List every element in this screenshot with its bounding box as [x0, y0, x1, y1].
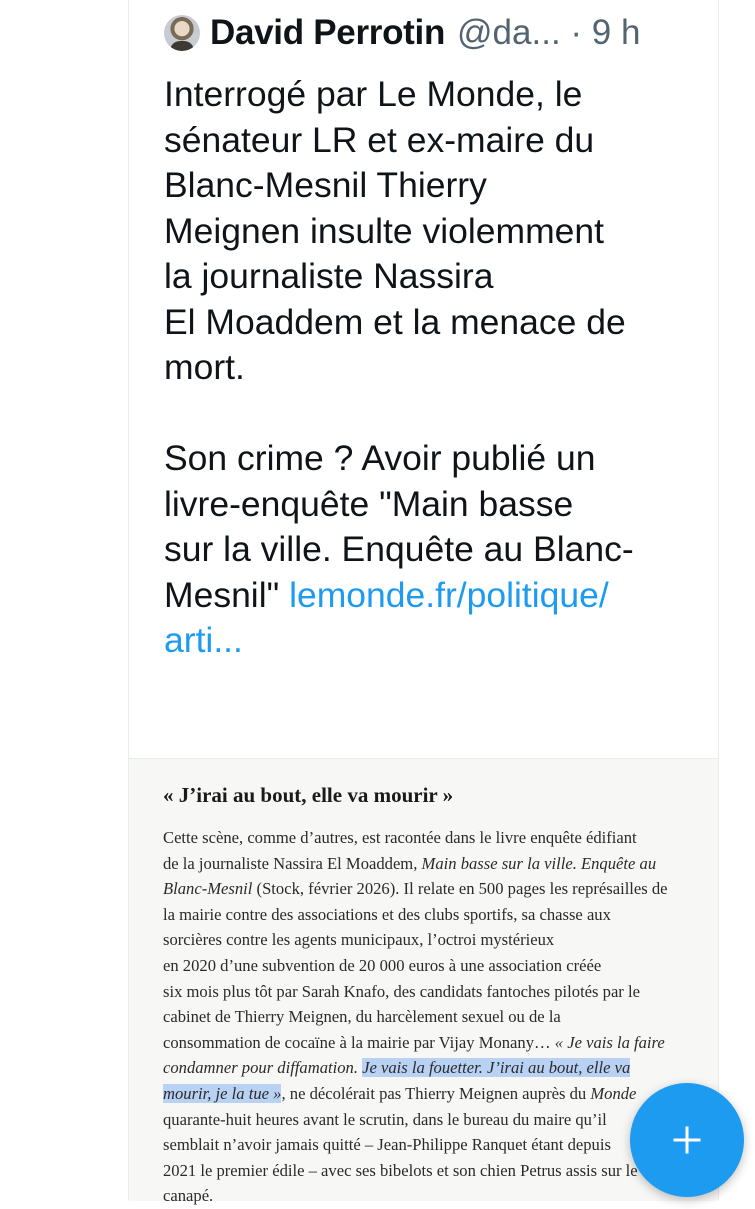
- article-heading: « J’irai au bout, elle va mourir »: [163, 783, 454, 807]
- tweet-line: sur la ville. Enquête au Blanc-: [164, 529, 634, 569]
- article-line: quarante-huit heures avant le scrutin, d…: [163, 1109, 607, 1129]
- tweet-line: El Moaddem et la menace de: [164, 301, 626, 342]
- tweet-line: la journaliste Nassira: [164, 256, 494, 296]
- avatar[interactable]: [164, 15, 200, 51]
- article-link[interactable]: lemonde.fr/politique/: [289, 575, 609, 615]
- tweet-header: David Perrotin @da... · 9 h: [164, 10, 724, 56]
- article-line: en 2020 d’une subvention de 20 000 euros…: [163, 955, 602, 975]
- article-line: condamner pour diffamation. Je vais la f…: [163, 1058, 631, 1078]
- article-line: cabinet de Thierry Meignen, du harcèleme…: [163, 1007, 561, 1027]
- plus-icon: [673, 1126, 701, 1154]
- article-line: consommation de cocaïne à la mairie par …: [163, 1032, 665, 1052]
- tweet-line: Blanc-Mesnil Thierry: [164, 165, 487, 205]
- tweet-line: Mesnil": [164, 574, 290, 615]
- tweet-line: Meignen insulte violemment: [164, 210, 605, 251]
- tweet-line: mort.: [164, 347, 245, 387]
- article-body: Cette scène, comme d’autres, est raconté…: [163, 825, 703, 1209]
- tweet-line: Interrogé par Le Monde, le: [164, 74, 583, 114]
- article-line: de la journaliste Nassira El Moaddem, Ma…: [163, 853, 657, 873]
- article-line: la mairie contre des associations et des…: [163, 904, 611, 924]
- article-line: mourir, je la tue », ne décolérait pas T…: [163, 1083, 637, 1103]
- author-name[interactable]: David Perrotin: [210, 13, 445, 53]
- article-link-continued[interactable]: arti...: [164, 620, 243, 660]
- article-line: 2021 le premier édile – avec ses bibelot…: [163, 1160, 638, 1180]
- tweet-line: livre-enquête "Main basse: [164, 483, 574, 524]
- highlighted-quote: Je vais la fouetter. J’irai au bout, ell…: [362, 1058, 631, 1078]
- article-line: Blanc-Mesnil (Stock, février 2026). Il r…: [163, 879, 668, 899]
- article-line: semblait n’avoir jamais quitté – Jean-Ph…: [163, 1135, 611, 1155]
- highlighted-quote: mourir, je la tue »: [163, 1083, 282, 1103]
- tweet-line: Son crime ? Avoir publié un: [164, 438, 596, 478]
- article-line: canapé.: [163, 1186, 214, 1206]
- card-right-border: [718, 0, 719, 1200]
- article-line: six mois plus tôt par Sarah Knafo, des c…: [163, 981, 640, 1001]
- tweet-text: Interrogé par Le Monde, le sénateur LR e…: [164, 72, 709, 664]
- article-line: sorcières contre les agents municipaux, …: [163, 930, 555, 950]
- tweet-line: sénateur LR et ex-maire du: [164, 119, 595, 160]
- article-line: Cette scène, comme d’autres, est raconté…: [163, 828, 637, 847]
- compose-tweet-button[interactable]: [630, 1083, 744, 1197]
- handle-and-time[interactable]: @da... · 9 h: [457, 13, 640, 53]
